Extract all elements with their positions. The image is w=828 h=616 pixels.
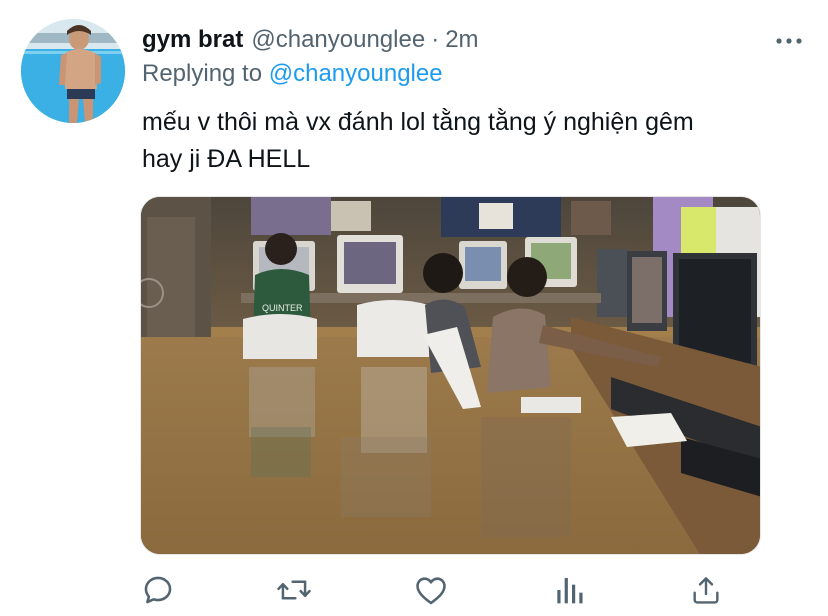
flooded-internet-cafe-photo: QUINTER — [141, 197, 760, 554]
tweet-media-image[interactable]: QUINTER — [140, 196, 761, 555]
retweet-button[interactable] — [274, 570, 314, 610]
timestamp[interactable]: 2m — [445, 26, 478, 54]
analytics-button[interactable] — [550, 570, 590, 610]
avatar[interactable] — [21, 19, 125, 123]
share-icon — [693, 577, 719, 604]
tweet-text-line: hay ji ĐA HELL — [142, 145, 311, 173]
separator-dot: · — [431, 26, 440, 53]
jersey-text: QUINTER — [262, 303, 303, 313]
reply-prefix: Replying to — [142, 60, 263, 87]
tweet-text-line: mếu v thôi mà vx đánh lol tằng tằng ý ng… — [142, 108, 694, 136]
reply-icon — [144, 576, 172, 604]
tweet-action-bar — [140, 570, 740, 610]
tweet-header: gym brat @chanyounglee · 2m — [142, 26, 806, 60]
avatar-photo — [21, 19, 125, 123]
like-button[interactable] — [411, 570, 451, 610]
user-handle[interactable]: @chanyounglee — [251, 26, 425, 54]
more-horizontal-icon — [776, 38, 802, 44]
tweet-text: mếu v thôi mà vx đánh lol tằng tằng ý ng… — [142, 104, 812, 178]
reply-button[interactable] — [138, 570, 178, 610]
reply-mention-link[interactable]: @chanyounglee — [269, 60, 443, 87]
share-button[interactable] — [686, 570, 726, 610]
reply-context: Replying to @chanyounglee — [142, 60, 443, 88]
analytics-icon — [557, 578, 583, 604]
display-name[interactable]: gym brat — [142, 26, 243, 54]
more-button[interactable] — [772, 30, 806, 52]
heart-icon — [416, 577, 446, 605]
retweet-icon — [277, 580, 311, 600]
tweet: gym brat @chanyounglee · 2m Replying to … — [0, 0, 828, 616]
